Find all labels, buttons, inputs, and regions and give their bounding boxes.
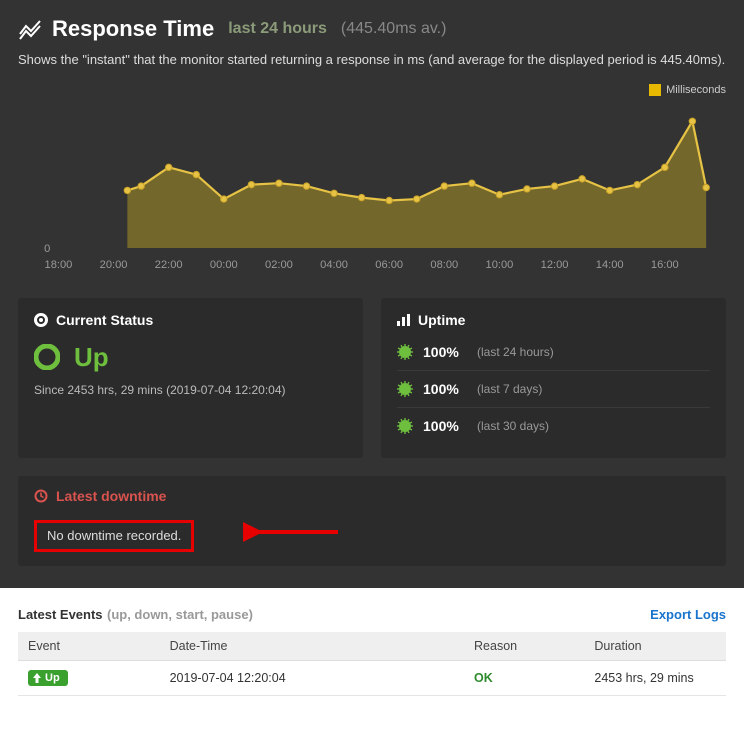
svg-text:04:00: 04:00 [320, 259, 348, 271]
svg-text:0: 0 [44, 243, 50, 255]
burst-icon [397, 381, 413, 397]
uptime-card: Uptime 100% (last 24 hours) 100% (last 7… [381, 298, 726, 458]
svg-text:16:00: 16:00 [651, 259, 679, 271]
response-time-chart[interactable]: 0 18:00 20:00 22:00 00:00 02:00 04:00 06:00 08:… [18, 98, 726, 278]
col-datetime: Date-Time [160, 632, 464, 661]
uptime-percent: 100% [423, 418, 467, 434]
col-event: Event [18, 632, 160, 661]
latest-events-sub: (up, down, start, pause) [107, 607, 253, 622]
svg-text:02:00: 02:00 [265, 259, 293, 271]
latest-events-section: Latest Events (up, down, start, pause) E… [0, 588, 744, 706]
burst-icon [397, 418, 413, 434]
svg-text:06:00: 06:00 [375, 259, 403, 271]
legend-swatch [649, 84, 661, 96]
uptime-row: 100% (last 24 hours) [397, 342, 710, 370]
event-reason: OK [464, 660, 584, 695]
event-datetime: 2019-07-04 12:20:04 [160, 660, 464, 695]
event-duration: 2453 hrs, 29 mins [584, 660, 726, 695]
current-status-card: Current Status Up Since 2453 hrs, 29 min… [18, 298, 363, 458]
burst-icon [397, 344, 413, 360]
svg-text:22:00: 22:00 [155, 259, 183, 271]
svg-text:00:00: 00:00 [210, 259, 238, 271]
uptime-heading: Uptime [418, 312, 465, 328]
uptime-percent: 100% [423, 381, 467, 397]
header: Response Time last 24 hours (445.40ms av… [18, 16, 726, 42]
page-title: Response Time [52, 16, 214, 42]
svg-text:14:00: 14:00 [596, 259, 624, 271]
col-reason: Reason [464, 632, 584, 661]
header-subtitle: last 24 hours [228, 20, 327, 38]
uptime-row: 100% (last 7 days) [397, 370, 710, 407]
latest-downtime-card: Latest downtime No downtime recorded. [18, 476, 726, 566]
svg-text:18:00: 18:00 [45, 259, 73, 271]
events-table: Event Date-Time Reason Duration Up 2019-… [18, 632, 726, 696]
uptime-percent: 100% [423, 344, 467, 360]
status-bullet-icon [34, 313, 48, 327]
bars-icon [397, 314, 410, 326]
latest-events-title: Latest Events [18, 607, 103, 622]
no-downtime-text: No downtime recorded. [34, 520, 194, 552]
svg-text:12:00: 12:00 [541, 259, 569, 271]
svg-text:10:00: 10:00 [486, 259, 514, 271]
current-status-heading: Current Status [56, 312, 153, 328]
header-average: (445.40ms av.) [341, 20, 447, 38]
uptime-period: (last 30 days) [477, 419, 549, 433]
uptime-row: 100% (last 30 days) [397, 407, 710, 444]
annotation-arrow [243, 520, 343, 544]
uptime-period: (last 7 days) [477, 382, 542, 396]
svg-text:20:00: 20:00 [100, 259, 128, 271]
clock-icon [34, 489, 48, 503]
export-logs-link[interactable]: Export Logs [650, 607, 726, 622]
col-duration: Duration [584, 632, 726, 661]
chart-line-icon [18, 17, 42, 41]
description-text: Shows the "instant" that the monitor sta… [18, 50, 726, 70]
chart-legend: Milliseconds [18, 84, 726, 96]
status-up-icon [34, 344, 60, 370]
downtime-heading: Latest downtime [56, 488, 166, 504]
event-up-badge: Up [28, 670, 68, 686]
table-row: Up 2019-07-04 12:20:04 OK 2453 hrs, 29 m… [18, 660, 726, 695]
status-since-text: Since 2453 hrs, 29 mins (2019-07-04 12:2… [34, 383, 347, 397]
status-state-text: Up [74, 342, 109, 373]
event-label: Up [45, 672, 60, 684]
uptime-period: (last 24 hours) [477, 345, 554, 359]
svg-text:08:00: 08:00 [430, 259, 458, 271]
legend-label: Milliseconds [666, 84, 726, 96]
arrow-up-icon [33, 673, 41, 683]
